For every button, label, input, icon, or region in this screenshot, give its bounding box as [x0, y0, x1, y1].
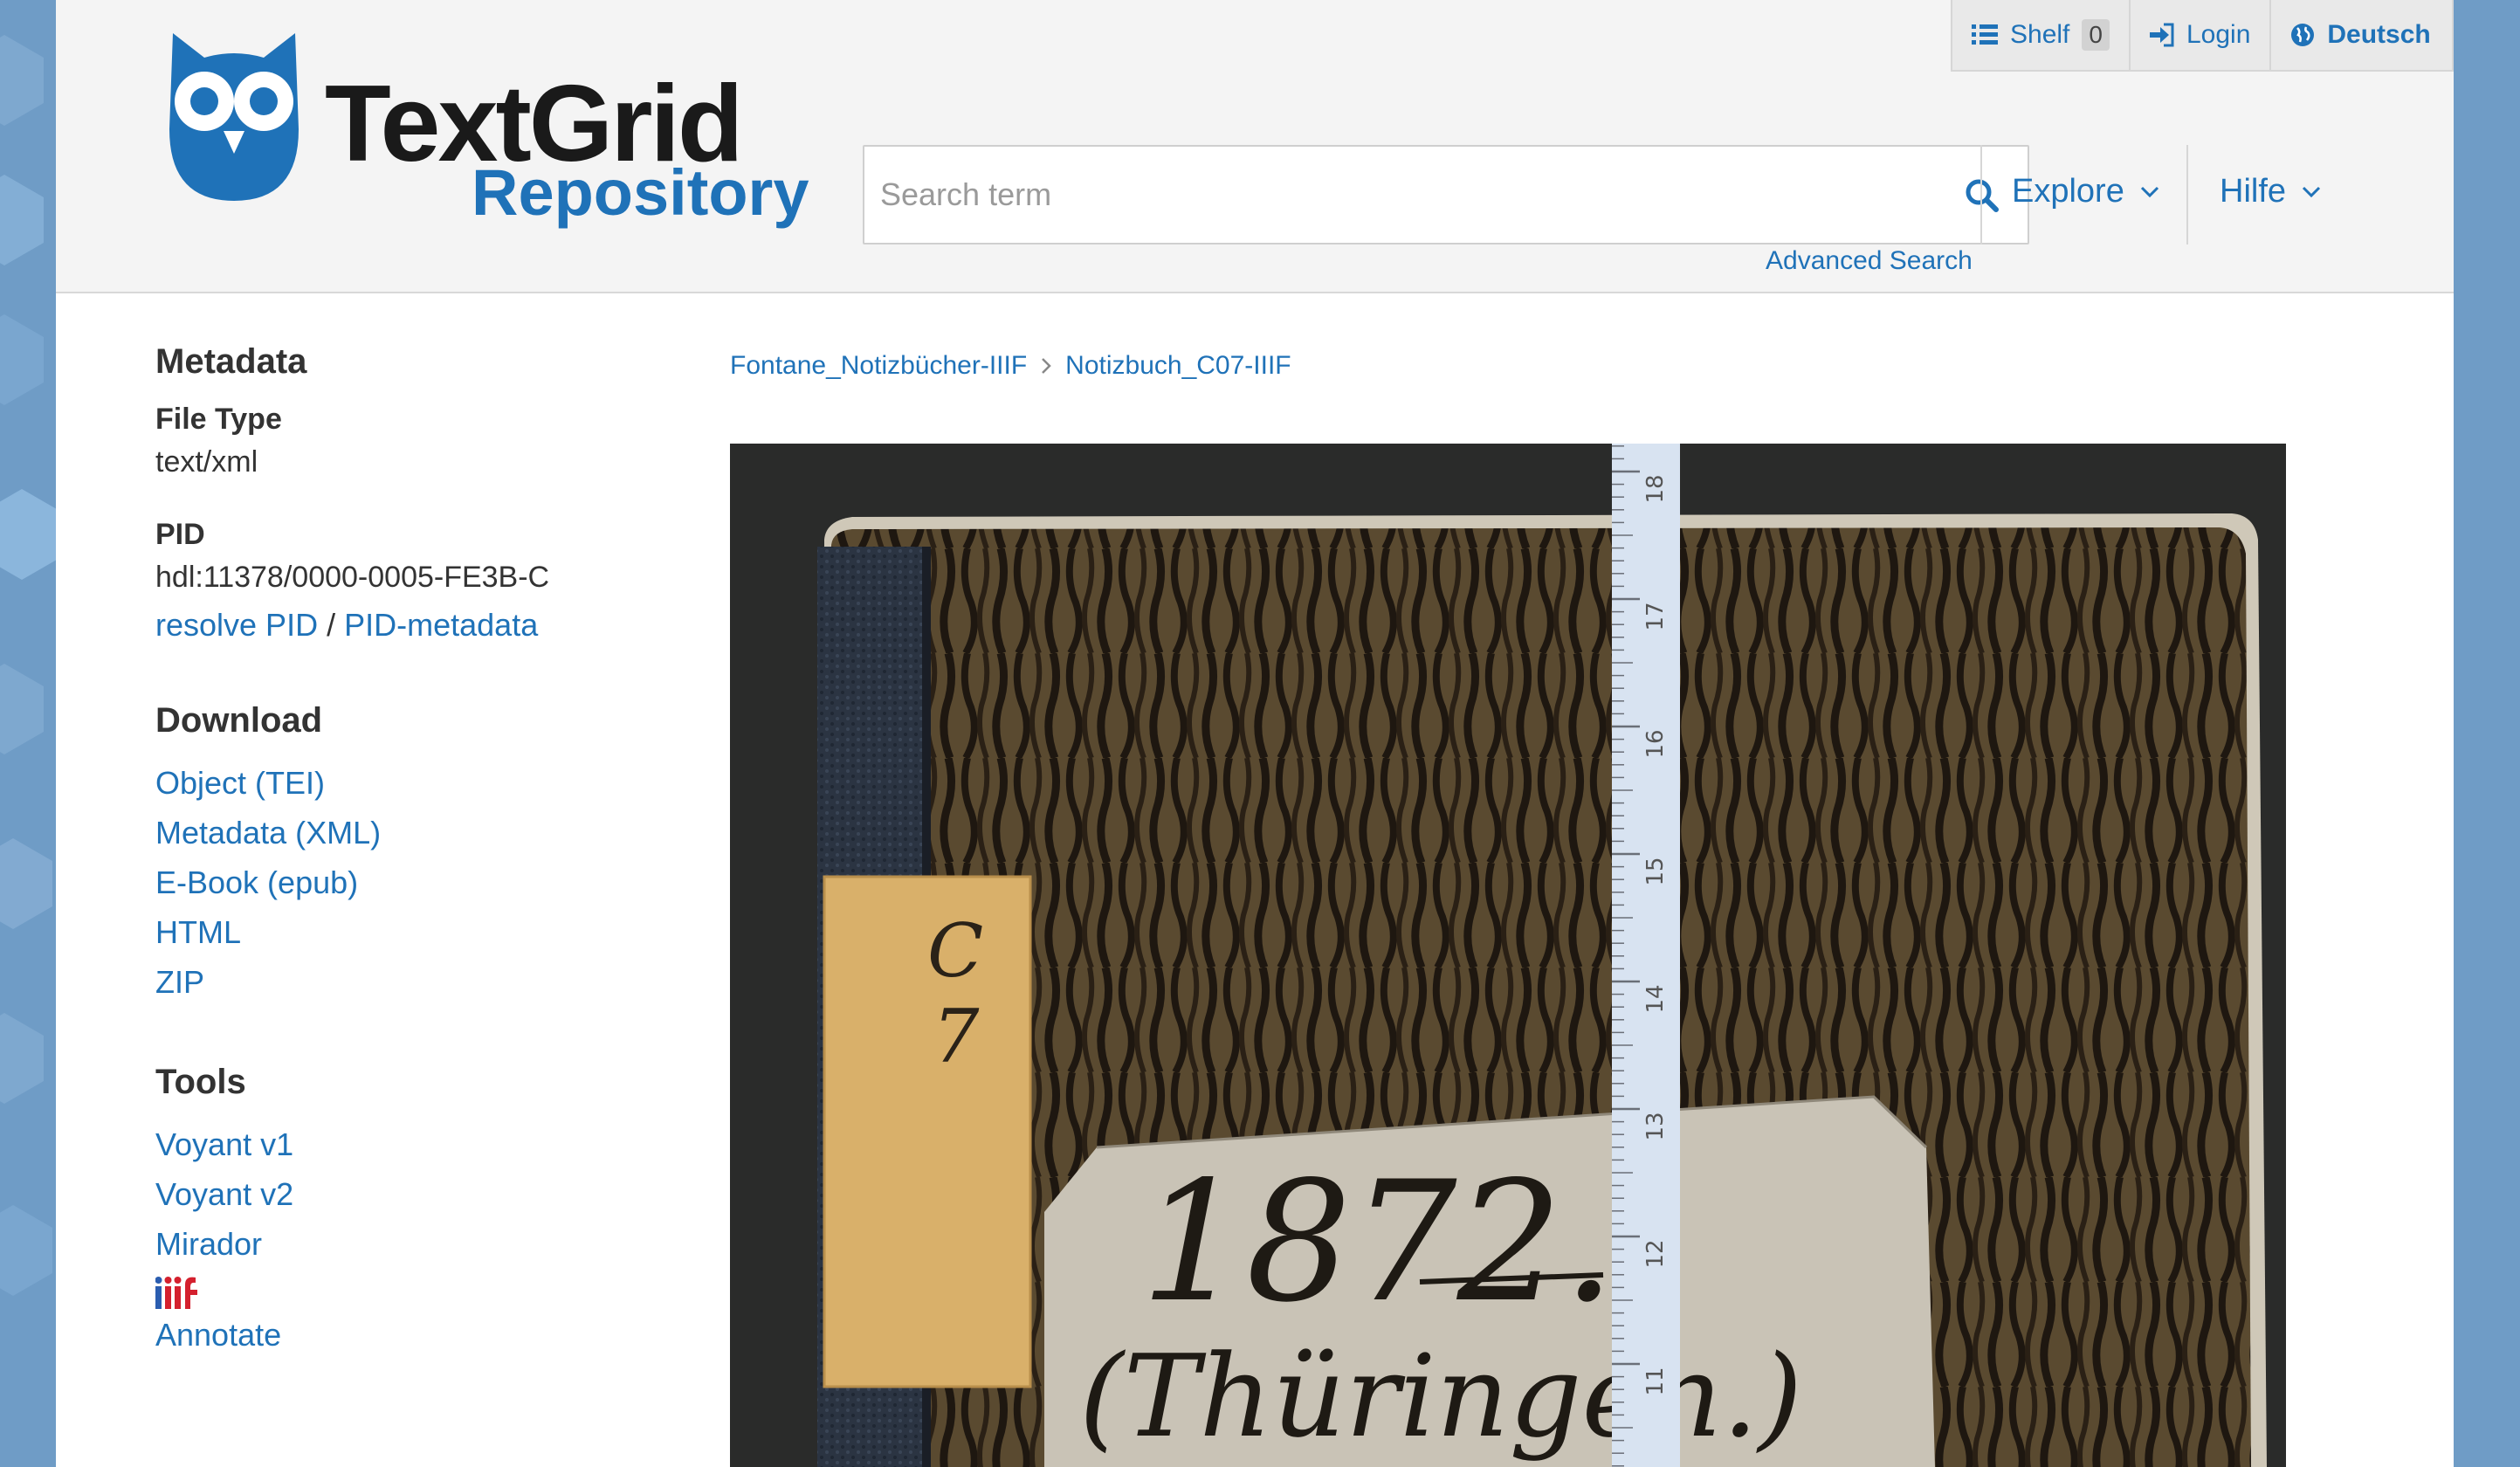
- voyant-v1-link[interactable]: Voyant v1: [155, 1119, 697, 1169]
- background-pattern-left: [0, 0, 56, 1467]
- spine-label-text: 7: [933, 994, 980, 1079]
- search-box: [863, 145, 2029, 244]
- explore-label: Explore: [2012, 173, 2124, 210]
- cover-place-text: (Thüringen.): [1079, 1330, 1802, 1463]
- ruler-label: 17: [1642, 602, 1669, 630]
- site-header: TextGrid Repository Shelf 0 Login Deutsc…: [56, 0, 2454, 293]
- spine-label-text: C: [927, 908, 983, 994]
- login-label: Login: [2186, 20, 2251, 49]
- mirador-link[interactable]: Mirador: [155, 1219, 697, 1269]
- notebook-cover-image: C 7 1872.. (Thüringen.): [730, 444, 2286, 1467]
- metadata-sidebar: Metadata File Type text/xml PID hdl:1137…: [155, 342, 697, 1356]
- download-epub-link[interactable]: E-Book (epub): [155, 857, 697, 907]
- ruler-label: 18: [1642, 474, 1669, 503]
- ruler-label: 12: [1642, 1239, 1669, 1268]
- ruler-label: 15: [1642, 857, 1669, 885]
- shelf-label: Shelf: [2010, 20, 2070, 49]
- help-menu[interactable]: Hilfe: [2220, 173, 2321, 210]
- list-icon: [1972, 24, 1998, 45]
- ruler-label: 14: [1642, 984, 1669, 1013]
- pid-value: hdl:11378/0000-0005-FE3B-C: [155, 561, 550, 594]
- download-metadata-xml-link[interactable]: Metadata (XML): [155, 808, 697, 857]
- nav-divider: [2186, 145, 2188, 244]
- shelf-button[interactable]: Shelf 0: [1952, 0, 2131, 70]
- globe-icon: [2291, 24, 2315, 46]
- logo-subtitle: Repository: [472, 156, 809, 229]
- language-label: Deutsch: [2327, 20, 2431, 49]
- chevron-right-icon: [1042, 358, 1051, 374]
- textgrid-logo[interactable]: TextGrid Repository: [164, 28, 809, 238]
- ruler-scale: 18 17 16 15 14 13 12 11: [1612, 445, 1669, 1467]
- download-zip-link[interactable]: ZIP: [155, 957, 697, 1007]
- breadcrumb-item[interactable]: Notizbuch_C07-IIIF: [1065, 351, 1291, 381]
- sign-in-icon: [2149, 23, 2174, 47]
- cover-year-text: 1872..: [1140, 1146, 1668, 1339]
- shelf-count-badge: 0: [2082, 19, 2110, 51]
- owl-logo-icon: [169, 33, 299, 201]
- tools-heading: Tools: [155, 1063, 246, 1101]
- advanced-search-link[interactable]: Advanced Search: [1766, 246, 1973, 276]
- download-tei-link[interactable]: Object (TEI): [155, 758, 697, 808]
- download-html-link[interactable]: HTML: [155, 907, 697, 957]
- pid-label: PID: [155, 518, 205, 551]
- metadata-heading: Metadata: [155, 342, 307, 381]
- iiif-logo-icon[interactable]: [155, 1274, 203, 1314]
- notebook-image-viewer[interactable]: C 7 1872.. (Thüringen.): [730, 444, 2286, 1467]
- download-heading: Download: [155, 701, 323, 740]
- top-utility-bar: Shelf 0 Login Deutsch: [1951, 0, 2454, 72]
- language-switch[interactable]: Deutsch: [2271, 0, 2449, 70]
- pid-separator: /: [327, 607, 336, 643]
- ruler-label: 16: [1642, 729, 1669, 758]
- file-type-label: File Type: [155, 403, 282, 436]
- nav-divider: [1980, 145, 1982, 244]
- annotate-link[interactable]: Annotate: [155, 1314, 697, 1356]
- pid-links: resolve PID / PID-metadata: [155, 607, 697, 644]
- tools-list: Voyant v1 Voyant v2 Mirador Annotate: [155, 1119, 697, 1356]
- file-type-value: text/xml: [155, 445, 258, 479]
- measurement-ruler: 18 17 16 15 14 13 12 11: [1612, 444, 1680, 1467]
- breadcrumb: Fontane_Notizbücher-IIIF Notizbuch_C07-I…: [730, 351, 1291, 381]
- search-icon[interactable]: [1963, 176, 2001, 215]
- voyant-v2-link[interactable]: Voyant v2: [155, 1169, 697, 1219]
- breadcrumb-item[interactable]: Fontane_Notizbücher-IIIF: [730, 351, 1027, 381]
- pid-metadata-link[interactable]: PID-metadata: [344, 607, 538, 643]
- chevron-down-icon: [2140, 186, 2159, 197]
- ruler-label: 11: [1642, 1367, 1669, 1395]
- login-button[interactable]: Login: [2131, 0, 2272, 70]
- page-container: TextGrid Repository Shelf 0 Login Deutsc…: [56, 0, 2454, 1467]
- search-input[interactable]: [880, 147, 1928, 243]
- explore-menu[interactable]: Explore: [2012, 173, 2159, 210]
- help-label: Hilfe: [2220, 173, 2287, 210]
- ruler-label: 13: [1642, 1112, 1669, 1140]
- download-list: Object (TEI) Metadata (XML) E-Book (epub…: [155, 758, 697, 1007]
- resolve-pid-link[interactable]: resolve PID: [155, 607, 318, 643]
- background-pattern-right: [2454, 0, 2520, 1467]
- chevron-down-icon: [2302, 186, 2321, 197]
